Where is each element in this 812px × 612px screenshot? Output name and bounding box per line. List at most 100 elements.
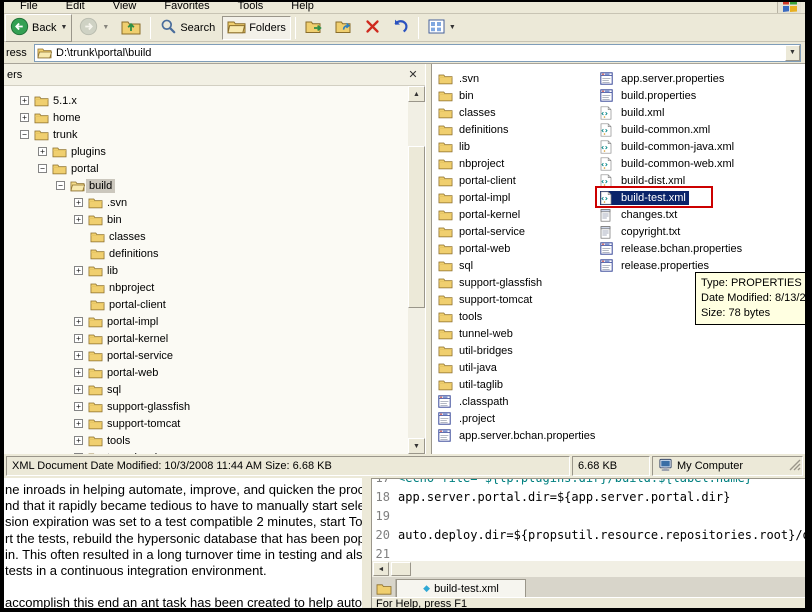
document-window[interactable]: ne inroads in helping automate, improve,…: [4, 478, 362, 608]
file-item[interactable]: changes.txt: [600, 206, 742, 223]
tree-item[interactable]: +sql: [4, 381, 408, 398]
tree-item[interactable]: +tools: [4, 432, 408, 449]
scroll-left-icon[interactable]: ◄: [373, 562, 389, 576]
scrollbar-thumb[interactable]: [391, 562, 411, 576]
file-item[interactable]: util-java: [438, 359, 595, 376]
search-button[interactable]: Search: [155, 15, 220, 41]
file-item[interactable]: release.bchan.properties: [600, 240, 742, 257]
file-item[interactable]: app.server.bchan.properties: [438, 427, 595, 444]
tree-item[interactable]: +portal-kernel: [4, 330, 408, 347]
file-item[interactable]: support-tomcat: [438, 291, 595, 308]
menu-item-edit[interactable]: Edit: [52, 2, 99, 13]
address-dropdown-icon[interactable]: ▼: [785, 45, 800, 61]
expand-plus-icon[interactable]: +: [74, 266, 83, 275]
file-item[interactable]: nbproject: [438, 155, 595, 172]
views-button[interactable]: ▼: [423, 16, 461, 40]
expand-plus-icon[interactable]: +: [20, 96, 29, 105]
tree-item[interactable]: +plugins: [4, 143, 408, 160]
tree-item[interactable]: +bin: [4, 211, 408, 228]
tree-item[interactable]: −trunk: [4, 126, 408, 143]
views-dropdown-icon[interactable]: ▼: [449, 24, 456, 31]
tree-item[interactable]: +portal-impl: [4, 313, 408, 330]
file-item[interactable]: build-dist.xml: [600, 172, 742, 189]
expand-plus-icon[interactable]: +: [74, 419, 83, 428]
tree-item[interactable]: +support-glassfish: [4, 398, 408, 415]
expand-plus-icon[interactable]: +: [74, 317, 83, 326]
pane-divider[interactable]: [425, 64, 432, 454]
tree-item[interactable]: +5.1.x: [4, 92, 408, 109]
collapse-minus-icon[interactable]: −: [38, 164, 47, 173]
close-icon[interactable]: ✕: [405, 68, 421, 81]
tree-item[interactable]: definitions: [4, 245, 408, 262]
tree-item[interactable]: classes: [4, 228, 408, 245]
file-item[interactable]: .classpath: [438, 393, 595, 410]
menu-item-tools[interactable]: Tools: [224, 2, 278, 13]
expand-plus-icon[interactable]: +: [74, 436, 83, 445]
file-item[interactable]: util-taglib: [438, 376, 595, 393]
file-item[interactable]: portal-web: [438, 240, 595, 257]
file-item[interactable]: portal-service: [438, 223, 595, 240]
back-dropdown-icon[interactable]: ▼: [60, 24, 67, 31]
expand-plus-icon[interactable]: +: [74, 215, 83, 224]
collapse-minus-icon[interactable]: −: [20, 130, 29, 139]
editor-horizontal-scrollbar[interactable]: ◄: [372, 561, 805, 577]
file-item[interactable]: build.xml: [600, 104, 742, 121]
tree-item[interactable]: portal-client: [4, 296, 408, 313]
tree-item[interactable]: +home: [4, 109, 408, 126]
file-item[interactable]: tools: [438, 308, 595, 325]
file-item[interactable]: classes: [438, 104, 595, 121]
file-item[interactable]: definitions: [438, 121, 595, 138]
menu-item-file[interactable]: File: [6, 2, 52, 13]
file-item[interactable]: portal-kernel: [438, 206, 595, 223]
undo-button[interactable]: [387, 15, 414, 40]
expand-plus-icon[interactable]: +: [74, 385, 83, 394]
tree-item[interactable]: nbproject: [4, 279, 408, 296]
scroll-down-icon[interactable]: ▼: [408, 438, 425, 454]
collapse-minus-icon[interactable]: −: [56, 181, 65, 190]
file-item[interactable]: build.properties: [600, 87, 742, 104]
forward-button[interactable]: ▼: [74, 14, 114, 42]
scroll-up-icon[interactable]: ▲: [408, 86, 425, 102]
resize-grip-icon[interactable]: [788, 458, 801, 474]
back-button[interactable]: Back ▼: [5, 14, 72, 42]
expand-plus-icon[interactable]: +: [74, 334, 83, 343]
tree-item[interactable]: −build: [4, 177, 408, 194]
menu-item-favorites[interactable]: Favorites: [150, 2, 223, 13]
tree-item[interactable]: +portal-web: [4, 364, 408, 381]
menu-item-view[interactable]: View: [99, 2, 151, 13]
tree-item[interactable]: +support-tomcat: [4, 415, 408, 432]
expand-plus-icon[interactable]: +: [20, 113, 29, 122]
file-item[interactable]: build-common-web.xml: [600, 155, 742, 172]
address-input[interactable]: D:\trunk\portal\build ▼: [34, 44, 801, 62]
expand-plus-icon[interactable]: +: [74, 198, 83, 207]
move-to-button[interactable]: [300, 16, 328, 40]
menu-item-help[interactable]: Help: [277, 2, 328, 13]
up-button[interactable]: [116, 15, 146, 41]
tree-item[interactable]: +.svn: [4, 194, 408, 211]
tab-folder-icon[interactable]: [372, 579, 396, 597]
file-item[interactable]: .project: [438, 410, 595, 427]
file-item[interactable]: bin: [438, 87, 595, 104]
file-item[interactable]: util-bridges: [438, 342, 595, 359]
expand-plus-icon[interactable]: +: [74, 351, 83, 360]
expand-plus-icon[interactable]: +: [38, 147, 47, 156]
scrollbar-thumb[interactable]: [408, 146, 425, 308]
file-item[interactable]: portal-impl: [438, 189, 595, 206]
file-item[interactable]: copyright.txt: [600, 223, 742, 240]
code-area[interactable]: 17<echo file="${lp.plugins.dir}/build.${…: [372, 479, 805, 561]
expand-plus-icon[interactable]: +: [74, 368, 83, 377]
tree-scrollbar[interactable]: ▲ ▼: [408, 86, 425, 454]
tree-item[interactable]: +lib: [4, 262, 408, 279]
file-item[interactable]: app.server.properties: [600, 70, 742, 87]
file-item[interactable]: portal-client: [438, 172, 595, 189]
copy-to-button[interactable]: [330, 16, 358, 40]
expand-plus-icon[interactable]: +: [74, 402, 83, 411]
file-item[interactable]: sql: [438, 257, 595, 274]
file-item[interactable]: build-common-java.xml: [600, 138, 742, 155]
tree-item[interactable]: −portal: [4, 160, 408, 177]
file-item[interactable]: build-test.xml: [600, 189, 742, 206]
file-item[interactable]: lib: [438, 138, 595, 155]
delete-button[interactable]: [360, 16, 385, 40]
file-item[interactable]: support-glassfish: [438, 274, 595, 291]
folders-button[interactable]: Folders: [222, 16, 291, 40]
